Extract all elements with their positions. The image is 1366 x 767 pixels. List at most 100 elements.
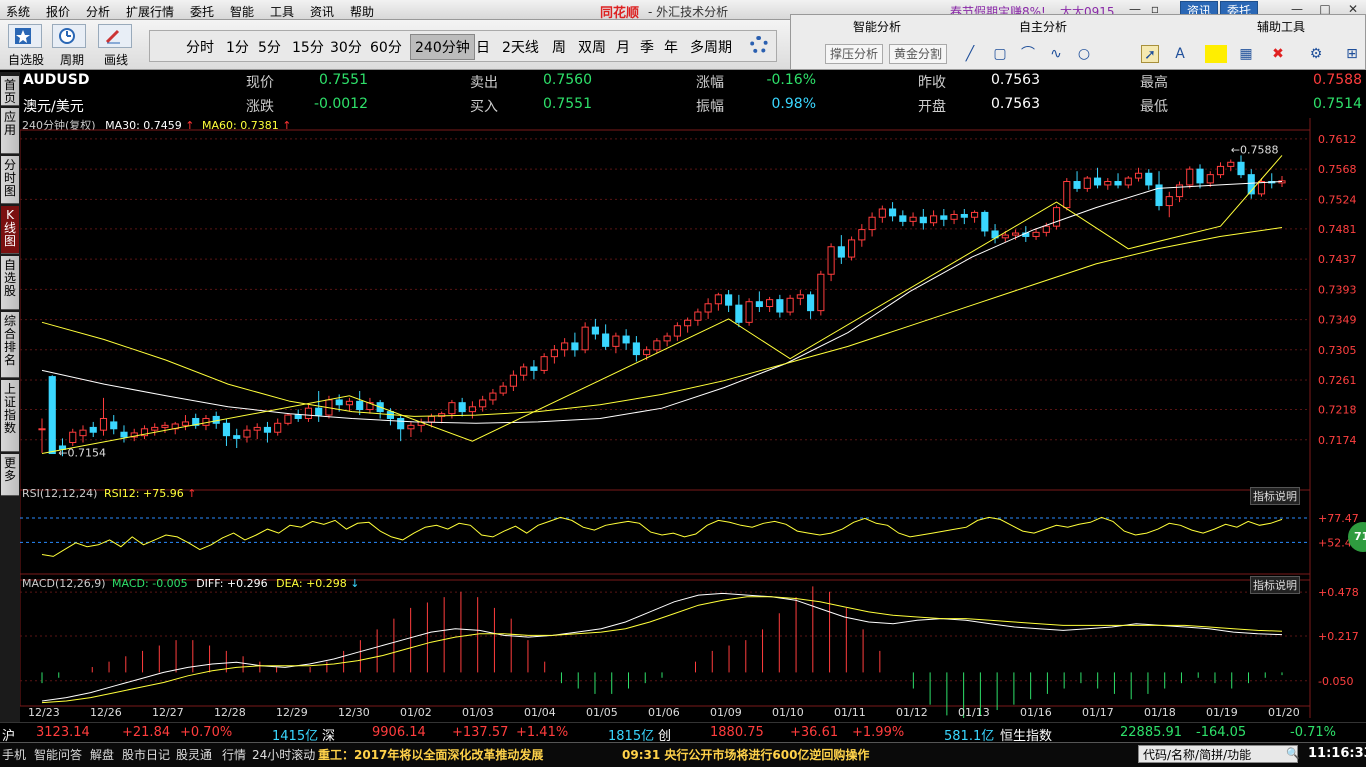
x-tick-label: 01/17: [1082, 706, 1114, 718]
left-tab[interactable]: 更 多: [1, 454, 19, 496]
candle-body: [1073, 181, 1081, 189]
period-option[interactable]: 15分: [292, 37, 324, 57]
period-option[interactable]: 季: [640, 37, 654, 57]
gear-icon[interactable]: [750, 36, 768, 54]
period-option[interactable]: 240分钟: [410, 34, 475, 60]
quote-value: 0.7551: [543, 96, 592, 112]
candle-body: [315, 407, 323, 416]
quote-label: 卖出: [470, 75, 498, 91]
self-analysis-header[interactable]: 自主分析: [1019, 18, 1067, 35]
cursor-icon[interactable]: ➚: [1141, 45, 1159, 63]
y-tick-label: 0.7568: [1318, 163, 1357, 176]
status-item[interactable]: 行情: [222, 746, 246, 763]
sz-pct: +1.41%: [516, 725, 569, 740]
left-tab[interactable]: 上 证 指 数: [1, 380, 19, 452]
trend-line[interactable]: [41, 155, 1283, 454]
poly-tool-icon[interactable]: ⌒: [1019, 45, 1037, 63]
watchlist-button[interactable]: [8, 24, 42, 48]
candle-body: [684, 319, 692, 327]
x-tick-label: 01/11: [834, 706, 866, 718]
quote-value: 0.7551: [319, 72, 368, 88]
candle-body: [222, 422, 231, 437]
period-option[interactable]: 月: [616, 37, 630, 57]
menu-item[interactable]: 帮助: [350, 3, 374, 20]
menu-item[interactable]: 委托: [190, 3, 214, 20]
line-tool-icon[interactable]: ╱: [961, 45, 979, 63]
period-option[interactable]: 2天线: [502, 37, 539, 57]
period-option[interactable]: 60分: [370, 37, 402, 57]
period-option[interactable]: 30分: [330, 37, 362, 57]
settings-gear-icon[interactable]: ⚙: [1307, 45, 1325, 63]
smart-analysis-header[interactable]: 智能分析: [853, 18, 901, 35]
rsi-help-button[interactable]: 指标说明: [1250, 487, 1300, 505]
pin-icon[interactable]: ⊞: [1343, 45, 1361, 63]
rect-tool-icon[interactable]: ▢: [991, 45, 1009, 63]
clear-icon[interactable]: ✖: [1269, 45, 1287, 63]
status-item[interactable]: 股市日记: [122, 746, 170, 763]
period-option[interactable]: 日: [476, 37, 490, 57]
y-tick-label: 0.7218: [1318, 404, 1357, 417]
status-item[interactable]: 智能问答: [34, 746, 82, 763]
golden-section-button[interactable]: 黄金分割: [889, 44, 948, 64]
period-button[interactable]: [52, 24, 86, 48]
chart-area[interactable]: 0.7612 0.7568 0.7524 0.7481 0.7437 0.7393 0.73…: [20, 118, 1366, 718]
status-item[interactable]: 股灵通: [176, 746, 212, 763]
candle-body: [294, 414, 302, 419]
menu-item[interactable]: 分析: [86, 3, 110, 20]
menu-item[interactable]: 扩展行情: [126, 3, 174, 20]
candle-body: [591, 326, 599, 335]
left-tab[interactable]: 综 合 排 名: [1, 312, 19, 378]
rsi-tick-label: +77.47: [1318, 512, 1359, 525]
dea-line: [41, 596, 1283, 704]
news-ticker-1[interactable]: 重工：2017年将以全面深化改革推动发展: [318, 746, 543, 763]
period-option[interactable]: 多周期: [690, 37, 732, 57]
candle-body: [581, 326, 589, 351]
status-item[interactable]: 手机: [2, 746, 26, 763]
menu-item[interactable]: 报价: [46, 3, 70, 20]
period-option[interactable]: 5分: [258, 37, 281, 57]
search-icon[interactable]: 🔍: [1286, 747, 1300, 760]
text-tool-icon[interactable]: A: [1171, 45, 1189, 63]
macd-help-button[interactable]: 指标说明: [1250, 576, 1300, 594]
period-option[interactable]: 年: [664, 37, 678, 57]
watchlist-label: 自选股: [8, 53, 45, 67]
wave-tool-icon[interactable]: ∿: [1047, 45, 1065, 63]
left-tab[interactable]: K 线 图: [1, 206, 19, 254]
candle-body: [1063, 181, 1071, 209]
rsi-value: RSI12: +75.96: [103, 487, 184, 500]
period-option[interactable]: 周: [552, 37, 566, 57]
circle-tool-icon[interactable]: ○: [1075, 45, 1093, 63]
x-tick-label: 12/26: [90, 706, 122, 718]
status-item[interactable]: 解盘: [90, 746, 114, 763]
period-option[interactable]: 双周: [578, 37, 606, 57]
left-tab[interactable]: 自 选 股: [1, 256, 19, 310]
period-option[interactable]: 分时: [186, 37, 214, 57]
menu-item[interactable]: 智能: [230, 3, 254, 20]
left-tab[interactable]: 应 用: [1, 108, 19, 154]
code-search-input[interactable]: 代码/名称/简拼/功能: [1138, 745, 1298, 763]
menu-item[interactable]: 资讯: [310, 3, 334, 20]
news-ticker-2[interactable]: 09:31 央行公开市场将进行600亿逆回购操作: [622, 746, 869, 763]
candle-body: [1216, 165, 1225, 176]
support-resistance-button[interactable]: 撑压分析: [825, 44, 884, 64]
left-tab[interactable]: 分 时 图: [1, 156, 19, 204]
candle-body: [1186, 168, 1194, 186]
delete-line-icon[interactable]: ▦: [1237, 45, 1255, 63]
status-item[interactable]: 24小时滚动: [252, 746, 315, 763]
menu-item[interactable]: 工具: [270, 3, 294, 20]
low-annotation: ←0.7154: [58, 447, 106, 460]
period-option[interactable]: 1分: [226, 37, 249, 57]
candle-body: [489, 392, 497, 401]
aux-tools-header[interactable]: 辅助工具: [1257, 18, 1305, 35]
left-tab[interactable]: 首 页: [1, 76, 19, 106]
x-tick-label: 01/19: [1206, 706, 1238, 718]
draw-line-button[interactable]: [98, 24, 132, 48]
candle-body: [48, 376, 56, 455]
candle-body: [233, 435, 241, 439]
candle-body: [1042, 225, 1050, 233]
ma60-line: [41, 227, 1283, 417]
period-selector: 分时 1分 5分 15分 30分 60分 240分钟日 2天线周双周月季年多周期: [149, 30, 777, 62]
candle-body: [479, 399, 487, 408]
color-swatch-icon[interactable]: [1205, 45, 1227, 63]
menu-item[interactable]: 系统: [6, 3, 30, 20]
